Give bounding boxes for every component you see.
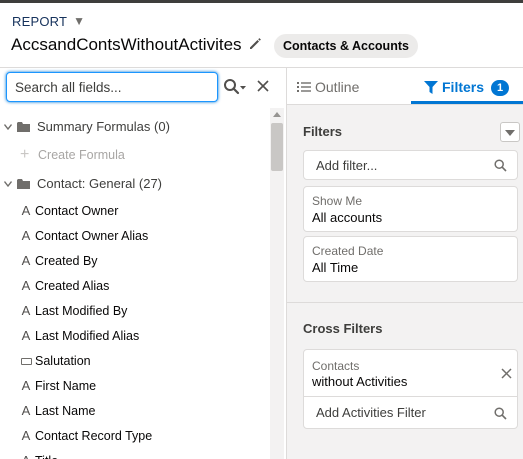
- text-type-icon: A: [21, 403, 31, 418]
- field-row[interactable]: A Last Modified By: [0, 299, 268, 323]
- filter-value: All Time: [312, 260, 359, 275]
- tab-filters[interactable]: Filters 1: [411, 68, 523, 104]
- field-row[interactable]: ATitle: [0, 449, 268, 459]
- create-formula-link[interactable]: + Create Formula: [0, 143, 268, 167]
- field-row[interactable]: A First Name: [0, 374, 268, 398]
- search-icon: [494, 407, 507, 420]
- remove-cross-filter-icon[interactable]: [501, 368, 512, 379]
- chevron-down-icon: [505, 130, 515, 136]
- filter-count-badge: 1: [491, 80, 510, 96]
- filters-panel: Filters Add filter... Show Me All accoun…: [287, 105, 523, 459]
- search-options-icon[interactable]: [223, 78, 249, 96]
- add-filter-placeholder: Add filter...: [316, 158, 378, 173]
- scrollbar-thumb[interactable]: [271, 123, 283, 171]
- filters-menu-button[interactable]: [500, 122, 520, 142]
- filter-show-me[interactable]: Show Me All accounts: [303, 186, 518, 232]
- tab-bar: Outline Filters 1: [287, 68, 523, 105]
- picklist-type-icon: [21, 358, 32, 365]
- field-label: Salutation: [35, 354, 91, 368]
- filter-funnel-icon: [424, 81, 438, 94]
- field-row[interactable]: A Contact Record Type: [0, 424, 268, 448]
- scroll-up-arrow-icon[interactable]: [273, 112, 281, 117]
- text-type-icon: A: [21, 278, 31, 293]
- plus-icon: +: [20, 146, 30, 163]
- tab-filters-label: Filters: [442, 79, 485, 95]
- pencil-edit-icon[interactable]: [246, 34, 264, 52]
- field-row[interactable]: A Contact Owner: [0, 199, 268, 223]
- cross-filter-object: Contacts: [312, 359, 360, 373]
- field-search-box[interactable]: [6, 72, 218, 102]
- field-row[interactable]: Salutation: [0, 349, 268, 373]
- text-type-icon: A: [21, 328, 31, 343]
- folder-icon: [17, 179, 30, 189]
- field-label: Contact Record Type: [35, 429, 153, 443]
- search-icon: [494, 159, 507, 172]
- field-label: Last Modified By: [35, 304, 128, 318]
- report-type-pill: Contacts & Accounts: [274, 34, 418, 58]
- field-row[interactable]: A Last Name: [0, 399, 268, 423]
- chevron-down-icon: [4, 181, 12, 187]
- text-type-icon: A: [21, 203, 31, 218]
- field-label: Last Name: [35, 404, 96, 418]
- group-contact-general[interactable]: Contact: General (27): [0, 172, 268, 196]
- text-type-icon: A: [21, 253, 31, 268]
- field-label: First Name: [35, 379, 97, 393]
- field-label: Created Alias: [35, 279, 110, 293]
- tab-outline-label: Outline: [315, 79, 360, 95]
- cross-filter-condition: without Activities: [312, 374, 408, 389]
- field-label: Contact Owner Alias: [35, 229, 149, 243]
- filter-label: Show Me: [312, 194, 363, 208]
- text-type-icon: A: [21, 228, 31, 243]
- group-label: Contact: General (27): [37, 176, 163, 191]
- filter-label: Created Date: [312, 244, 384, 258]
- field-label: Last Modified Alias: [35, 329, 140, 343]
- report-label: REPORT: [12, 14, 68, 29]
- section-divider: [287, 302, 523, 303]
- text-type-icon: A: [21, 428, 31, 443]
- group-label: Summary Formulas (0): [37, 119, 170, 134]
- add-activities-filter-input[interactable]: Add Activities Filter: [304, 396, 517, 430]
- text-type-icon: A: [21, 303, 31, 318]
- field-row[interactable]: A Contact Owner Alias: [0, 224, 268, 248]
- field-search-input[interactable]: [7, 74, 211, 100]
- field-row[interactable]: A Created Alias: [0, 274, 268, 298]
- builder-side-panel: Outline Filters 1 Filters Add filter... S…: [287, 68, 523, 459]
- text-type-icon: A: [21, 378, 31, 393]
- active-tab-indicator: [411, 101, 523, 104]
- chevron-down-icon: [4, 124, 12, 130]
- cross-filters-section-title: Cross Filters: [303, 321, 383, 336]
- report-name: AccsandContsWithoutActivites: [11, 35, 242, 54]
- field-row[interactable]: A Created By: [0, 249, 268, 273]
- report-header: REPORT ▼ AccsandContsWithoutActivites Con…: [0, 3, 523, 67]
- filter-created-date[interactable]: Created Date All Time: [303, 236, 518, 282]
- text-type-icon: A: [20, 449, 32, 459]
- filters-section-title: Filters: [303, 124, 343, 139]
- add-filter-input[interactable]: Add filter...: [303, 150, 518, 180]
- report-type-menu[interactable]: REPORT ▼: [12, 14, 85, 29]
- cross-filter-card[interactable]: Contacts without Activities Add Activiti…: [303, 349, 518, 429]
- folder-icon: [17, 122, 30, 132]
- field-row[interactable]: A Last Modified Alias: [0, 324, 268, 348]
- group-summary-formulas[interactable]: Summary Formulas (0): [0, 115, 268, 139]
- create-formula-label: Create Formula: [38, 148, 125, 162]
- caret-down-icon: ▼: [73, 14, 86, 28]
- field-panel: Summary Formulas (0) + Create Formula Co…: [0, 68, 287, 459]
- tab-outline[interactable]: Outline: [297, 68, 359, 104]
- add-activities-filter-label: Add Activities Filter: [316, 405, 426, 420]
- filter-value: All accounts: [312, 210, 383, 225]
- list-icon: [297, 82, 311, 92]
- field-label: Title: [35, 449, 58, 459]
- field-label: Created By: [35, 254, 98, 268]
- field-label: Contact Owner: [35, 204, 119, 218]
- close-icon[interactable]: [256, 79, 270, 93]
